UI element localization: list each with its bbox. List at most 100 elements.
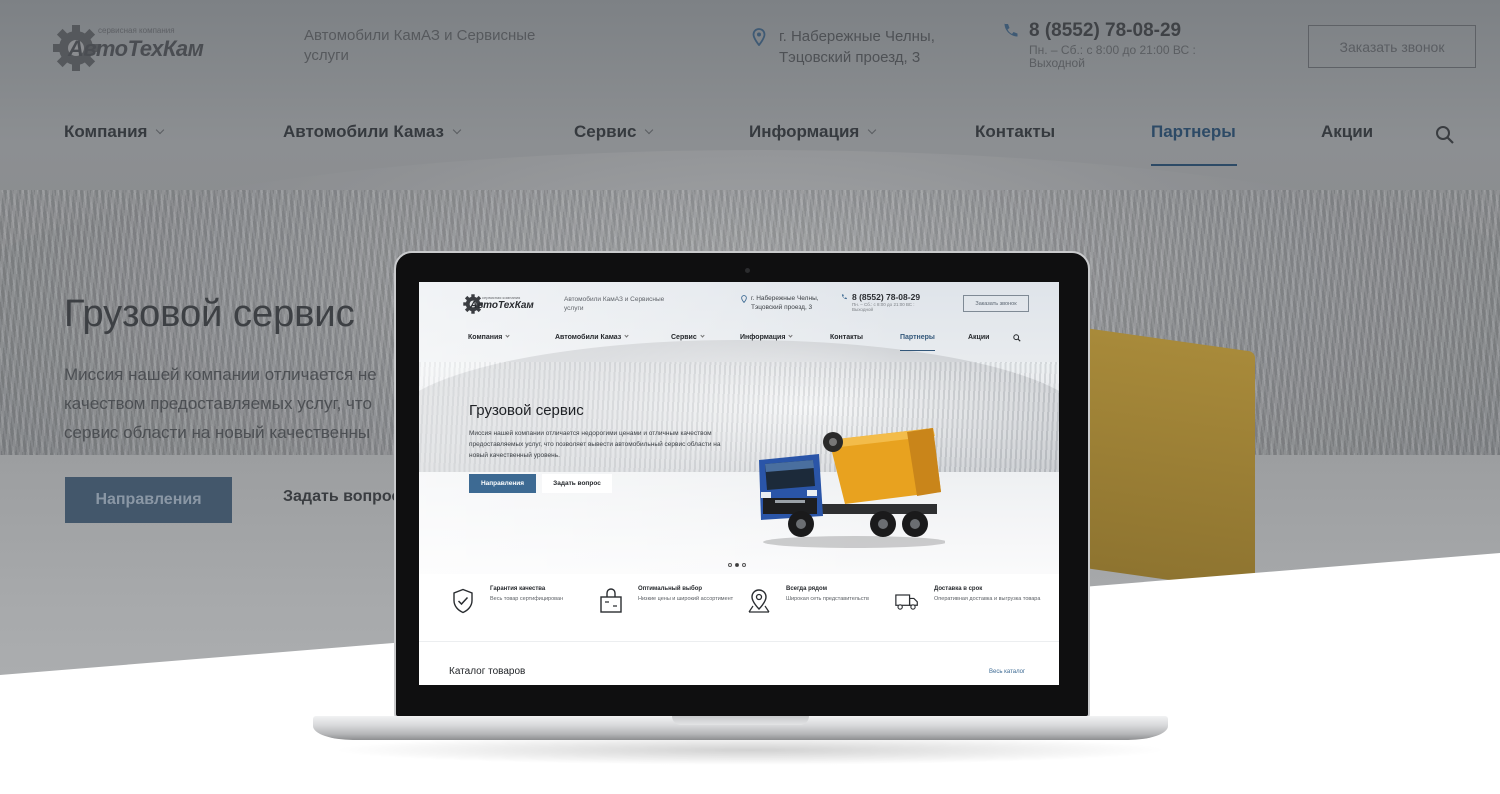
logo-subtitle: сервисная компания xyxy=(98,26,175,35)
header-tagline: Автомобили КамАЗ и Сервисные услуги xyxy=(304,27,536,64)
hero-description: Миссия нашей компании отличается недорог… xyxy=(469,430,721,459)
nav-item-information[interactable]: Информация xyxy=(749,122,877,142)
address-line1: г. Набережные Челны, xyxy=(751,295,819,302)
phone-number[interactable]: 8 (8552) 78-08-29 xyxy=(1029,20,1234,42)
slider-dot[interactable] xyxy=(742,563,746,567)
feature-desc: Низкие цены и широкий ассортимент xyxy=(638,596,734,602)
location-pin-icon xyxy=(741,295,747,303)
nav-item-partners[interactable]: Партнеры xyxy=(1151,122,1236,142)
ask-question-button[interactable]: Задать вопрос xyxy=(542,474,612,493)
header-phone[interactable]: 8 (8552) 78-08-29 Пн. – Сб.: с 8:00 до 2… xyxy=(1002,20,1234,70)
nav-label: Информация xyxy=(749,122,860,141)
chevron-down-icon xyxy=(452,125,462,135)
chevron-down-icon xyxy=(700,333,705,338)
address-line2: Тэцовский проезд, 3 xyxy=(779,49,921,66)
chevron-down-icon xyxy=(156,125,165,135)
chevron-down-icon xyxy=(868,125,877,135)
feature-title: Всегда рядом xyxy=(786,586,828,592)
hero-desc-line: качеством предоставляемых услуг, что xyxy=(64,394,372,413)
chevron-down-icon xyxy=(624,333,629,338)
feature-title: Доставка в срок xyxy=(934,586,983,592)
nav-active-underline xyxy=(1151,164,1237,166)
nav-item-information[interactable]: Информация xyxy=(740,333,794,341)
slider-dot-active[interactable] xyxy=(735,563,739,567)
nav-item-company[interactable]: Компания xyxy=(64,122,165,142)
map-pin-icon xyxy=(748,589,770,613)
hero-title: Грузовой сервис xyxy=(469,402,584,419)
feature-desc: Широкая сеть представительств xyxy=(786,596,869,602)
feature-nearby: Всегда рядом Широкая сеть представительс… xyxy=(747,586,897,626)
location-pin-icon xyxy=(752,28,766,46)
screen-tagline: Автомобили КамАЗ и Сервисные услуги xyxy=(564,296,665,312)
shield-check-icon xyxy=(453,588,473,614)
nav-label: Информация xyxy=(740,334,786,341)
shopping-bag-icon xyxy=(600,588,622,613)
ask-question-button[interactable]: Задать вопрос xyxy=(283,488,400,506)
feature-desc: Весь товар сертифицирован xyxy=(490,596,564,602)
phone-icon xyxy=(1004,23,1018,37)
nav-item-kamaz-cars[interactable]: Автомобили Камаз xyxy=(555,333,629,341)
catalog-heading: Каталог товаров xyxy=(449,666,526,677)
nav-label: Компания xyxy=(468,334,503,341)
all-catalog-link[interactable]: Весь каталог xyxy=(989,669,1025,675)
address-line1: г. Набережные Челны, xyxy=(779,28,935,45)
hero-desc-line: Миссия нашей компании отличается не xyxy=(64,365,377,384)
working-hours: Пн. – Сб.: с 8:00 до 21:00 ВС : Выходной xyxy=(852,302,915,312)
main-nav: Компания Автомобили Камаз Сервис Информа… xyxy=(0,122,1500,166)
feature-quality: Гарантия качества Весь товар сертифициро… xyxy=(451,586,601,626)
logo-name: АвтоТехКам xyxy=(470,300,534,311)
directions-button[interactable]: Направления xyxy=(65,477,232,523)
phone-number[interactable]: 8 (8552) 78-08-29 xyxy=(852,292,932,302)
nav-label: Сервис xyxy=(574,122,637,141)
nav-item-contacts[interactable]: Контакты xyxy=(975,122,1055,142)
nav-item-promotions[interactable]: Акции xyxy=(968,334,989,341)
feature-delivery: Доставка в срок Оперативная доставка и в… xyxy=(895,586,1045,626)
screen-nav: Компания Автомобили Камаз Сервис Информа… xyxy=(419,333,1059,344)
hero-title: Грузовой сервис xyxy=(64,293,355,335)
nav-item-service[interactable]: Сервис xyxy=(574,122,654,142)
laptop-screen: сервисная компания АвтоТехКам Автомобили… xyxy=(419,282,1059,685)
chevron-down-icon xyxy=(788,333,794,338)
feature-choice: Оптимальный выбор Низкие цены и широкий … xyxy=(599,586,749,626)
chevron-down-icon xyxy=(505,333,510,338)
call-request-button[interactable]: Заказать звонок xyxy=(1308,25,1476,68)
screen-address: г. Набережные Челны, Тэцовский проезд, 3 xyxy=(741,294,819,312)
chevron-down-icon xyxy=(645,125,654,135)
nav-active-underline xyxy=(900,350,935,351)
feature-title: Гарантия качества xyxy=(490,586,546,592)
phone-icon xyxy=(841,294,847,300)
search-icon[interactable] xyxy=(1013,334,1021,342)
slider-dot[interactable] xyxy=(728,563,732,567)
hero-description: Миссия нашей компании отличается не каче… xyxy=(64,360,404,450)
nav-item-promotions[interactable]: Акции xyxy=(1321,122,1373,142)
nav-item-contacts[interactable]: Контакты xyxy=(830,334,863,341)
search-icon[interactable] xyxy=(1435,125,1455,145)
laptop-camera xyxy=(745,268,750,273)
kamaz-dump-truck-image xyxy=(759,428,945,548)
hero-desc-line: сервис области на новый качественны xyxy=(64,423,371,442)
screen-phone[interactable]: 8 (8552) 78-08-29 Пн. – Сб.: с 8:00 до 2… xyxy=(841,292,932,312)
features-row: Гарантия качества Весь товар сертифициро… xyxy=(419,574,1059,642)
nav-item-partners[interactable]: Партнеры xyxy=(900,334,935,341)
feature-desc: Оперативная доставка и выгрузка товара xyxy=(934,596,1041,602)
nav-label: Компания xyxy=(64,122,148,141)
screen-logo[interactable]: сервисная компания АвтоТехКам xyxy=(462,293,534,317)
working-hours: Пн. – Сб.: с 8:00 до 21:00 ВС : Выходной xyxy=(1029,43,1196,70)
nav-label: Сервис xyxy=(671,334,697,341)
logo-name: АвтоТехКам xyxy=(68,36,204,61)
header-address: г. Набережные Челны, Тэцовский проезд, 3 xyxy=(752,26,935,68)
screen-hero: сервисная компания АвтоТехКам Автомобили… xyxy=(419,282,1059,574)
nav-label: Автомобили Камаз xyxy=(555,334,622,341)
laptop-notch xyxy=(672,716,809,725)
nav-item-kamaz-cars[interactable]: Автомобили Камаз xyxy=(283,122,462,142)
bg-logo[interactable]: сервисная компания АвтоТехКам xyxy=(50,20,204,75)
delivery-truck-icon xyxy=(895,594,918,610)
address-line2: Тэцовский проезд, 3 xyxy=(751,304,813,311)
slider-dots xyxy=(728,554,749,567)
screen-call-request-button[interactable]: Заказать звонок xyxy=(963,295,1029,312)
directions-button[interactable]: Направления xyxy=(469,474,536,493)
nav-item-service[interactable]: Сервис xyxy=(671,333,705,341)
feature-title: Оптимальный выбор xyxy=(638,586,703,592)
nav-item-company[interactable]: Компания xyxy=(468,333,510,341)
nav-label: Автомобили Камаз xyxy=(283,122,444,141)
